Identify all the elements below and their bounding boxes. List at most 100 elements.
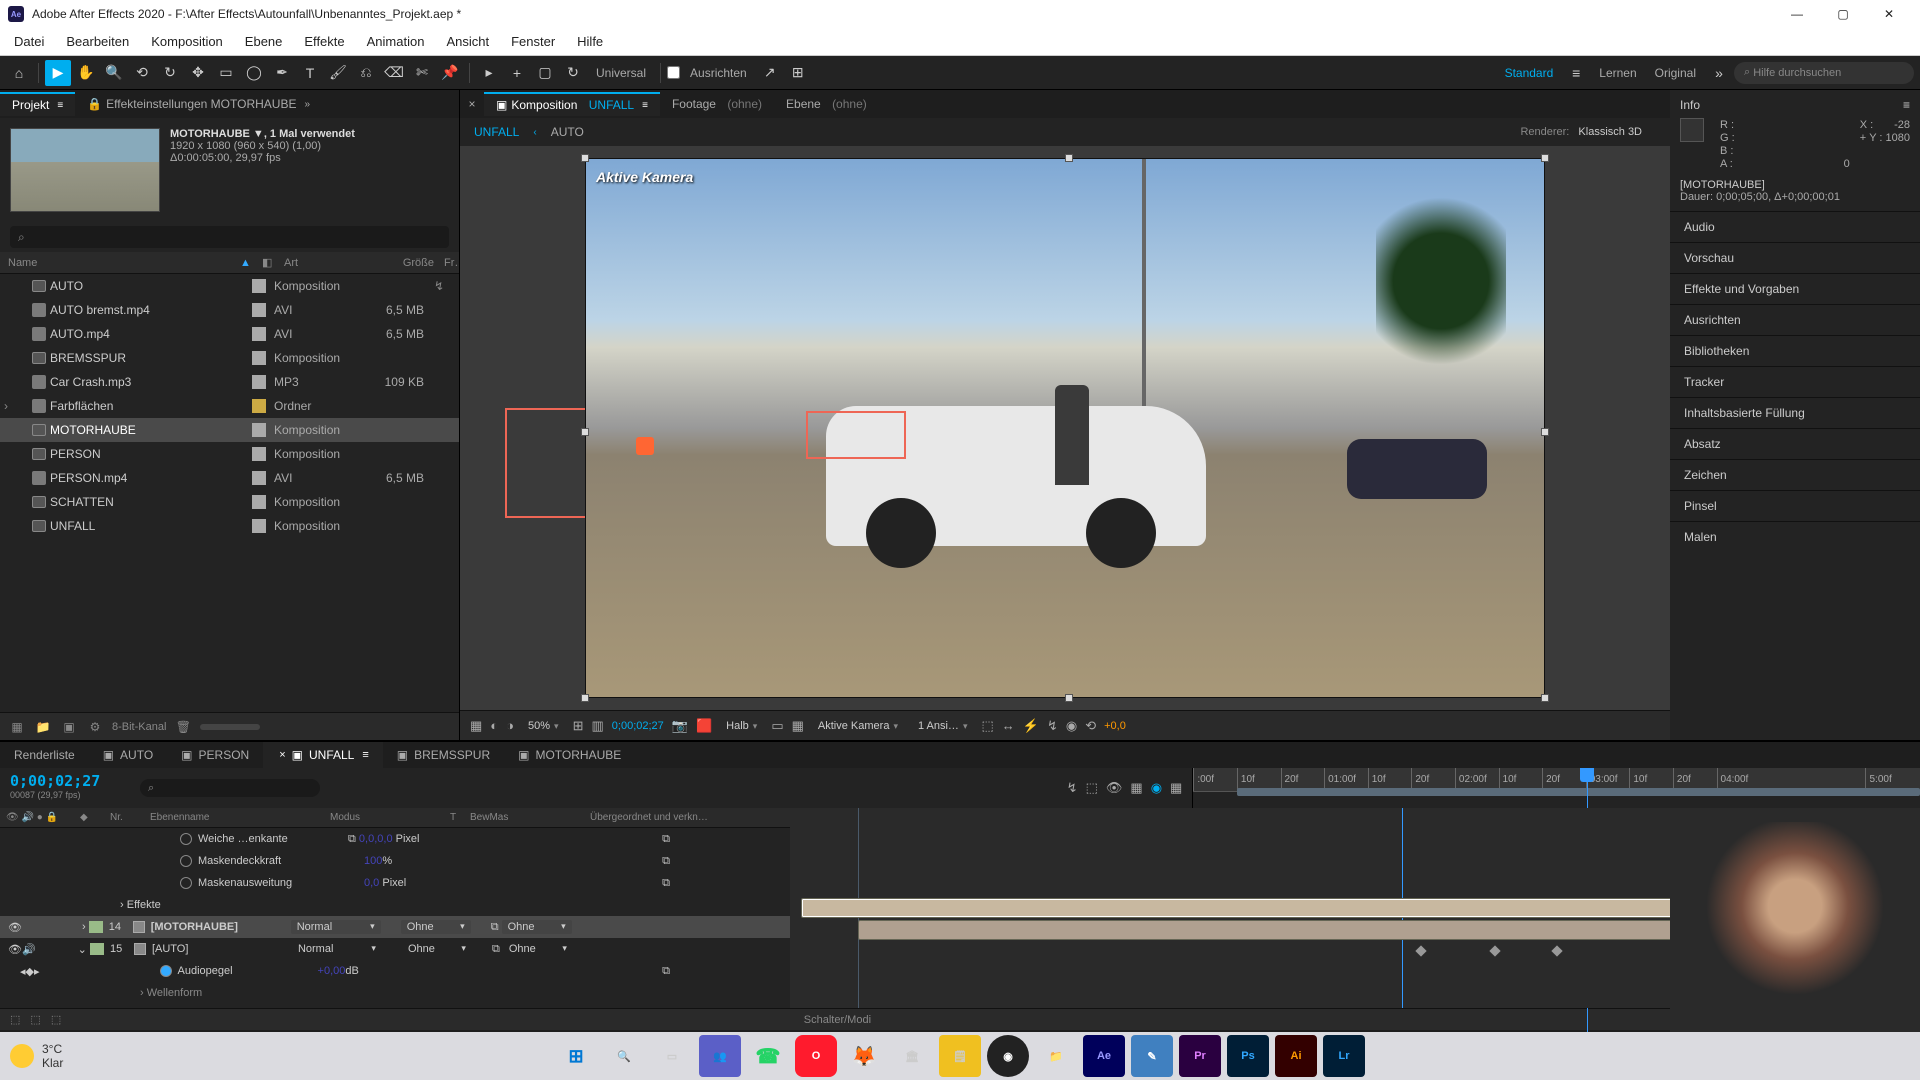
project-item[interactable]: ›FarbflächenOrdner <box>0 394 459 418</box>
item-label-tag[interactable] <box>252 423 266 437</box>
tab-ebene[interactable]: Ebene (ohne) <box>774 93 879 115</box>
maximize-button[interactable]: ▢ <box>1820 0 1866 28</box>
timeline-sync-icon[interactable]: ↯ <box>1047 718 1058 734</box>
current-time[interactable]: 0;00;02;27 <box>612 720 664 732</box>
col-bewmas[interactable]: BewMas <box>470 812 590 823</box>
workspace-more-icon[interactable]: » <box>1706 60 1732 86</box>
panel-accordion[interactable]: Ausrichten <box>1670 304 1920 335</box>
interpret-footage-icon[interactable]: ▦ <box>8 718 26 736</box>
flowchart-icon[interactable]: ◉ <box>1066 718 1077 734</box>
layer-14-motorhaube[interactable]: 👁 › 14 [MOTORHAUBE] Normal ▾ Ohne ▾ ⧉ Oh… <box>0 916 790 938</box>
stopwatch-active-icon[interactable] <box>160 965 172 977</box>
pen-tool-icon[interactable]: ✒ <box>269 60 295 86</box>
keyframe[interactable] <box>1489 945 1500 956</box>
project-item[interactable]: BREMSSPURKomposition <box>0 346 459 370</box>
photoshop-icon[interactable]: Ps <box>1227 1035 1269 1077</box>
tl-tab-bremsspur[interactable]: ▣BREMSSPUR <box>383 742 504 768</box>
task-view-button[interactable]: ▭ <box>651 1035 693 1077</box>
frame-blend-icon[interactable]: ▦ <box>1130 780 1142 796</box>
work-area-bar[interactable] <box>1237 788 1920 796</box>
item-label-tag[interactable] <box>252 351 266 365</box>
tab-chevron-icon[interactable]: » <box>304 99 310 110</box>
tl-tab-person[interactable]: ▣PERSON <box>167 742 263 768</box>
item-label-tag[interactable] <box>252 471 266 485</box>
col-name[interactable]: Name <box>0 257 240 269</box>
link-icon[interactable]: ⧉ <box>348 833 359 846</box>
rect-tool-icon[interactable]: ▭ <box>213 60 239 86</box>
orbit-tool-icon[interactable]: ⟲ <box>129 60 155 86</box>
magnify-icon[interactable]: ▦ <box>470 718 482 734</box>
sel-handle-ml[interactable] <box>581 428 589 436</box>
tab-composition[interactable]: ▣ Komposition UNFALL ≡ <box>484 92 660 116</box>
toggle-av-icon[interactable]: ⬚ <box>51 1013 61 1026</box>
axis-refresh-icon[interactable]: ↻ <box>560 60 586 86</box>
sel-handle-tc[interactable] <box>1065 154 1073 162</box>
sel-handle-br[interactable] <box>1541 694 1549 702</box>
trkmat-select[interactable]: Ohne ▾ <box>401 920 471 934</box>
sel-handle-mr[interactable] <box>1541 428 1549 436</box>
parent-select[interactable]: Ohne ▾ <box>503 942 573 956</box>
stamp-tool-icon[interactable]: ⎌ <box>353 60 379 86</box>
tab-menu-icon[interactable]: ≡ <box>57 100 63 111</box>
parent-pickwhip-icon[interactable]: ⧉ <box>662 877 670 890</box>
col-art[interactable]: Art <box>284 257 374 269</box>
panel-accordion[interactable]: Bibliotheken <box>1670 335 1920 366</box>
blend-mode-select[interactable]: Normal ▾ <box>292 942 382 956</box>
roi-icon[interactable]: ▭ <box>771 718 783 734</box>
expand-icon[interactable]: ⌄ <box>78 943 90 956</box>
project-item[interactable]: AUTO.mp4AVI6,5 MB <box>0 322 459 346</box>
explorer-icon[interactable]: 📁 <box>1035 1035 1077 1077</box>
prop-maskendeckkraft[interactable]: Maskendeckkraft 100 % ⧉ <box>0 850 790 872</box>
axis-icon[interactable]: ▸ <box>476 60 502 86</box>
zoom-tool-icon[interactable]: 🔍 <box>101 60 127 86</box>
col-fr[interactable]: Fr… <box>444 257 459 269</box>
guides-icon[interactable]: ▥ <box>591 718 603 734</box>
panel-menu-icon[interactable]: ≡ <box>1903 98 1910 112</box>
weiche-value[interactable]: 0,0,0,0 <box>359 833 393 845</box>
3d-icon[interactable]: ⬚ <box>981 718 993 734</box>
project-search[interactable]: ⌕ <box>10 226 449 248</box>
parent-select[interactable]: Ohne ▾ <box>502 920 572 934</box>
views-count-select[interactable]: 1 Ansi…▾ <box>912 718 974 734</box>
tl-tab-auto[interactable]: ▣AUTO <box>89 742 167 768</box>
project-item[interactable]: SCHATTENKomposition <box>0 490 459 514</box>
col-size[interactable]: Größe <box>374 257 444 269</box>
thumb-size-slider[interactable] <box>200 724 260 730</box>
lightroom-icon[interactable]: Lr <box>1323 1035 1365 1077</box>
fast-preview-icon[interactable]: ⚡ <box>1023 718 1039 734</box>
anchor-tool-icon[interactable]: ✥ <box>185 60 211 86</box>
opera-icon[interactable]: O <box>795 1035 837 1077</box>
item-label-tag[interactable] <box>252 399 266 413</box>
tab-footage[interactable]: Footage (ohne) <box>660 93 774 115</box>
exposure-value[interactable]: +0,0 <box>1104 720 1126 732</box>
illustrator-icon[interactable]: Ai <box>1275 1035 1317 1077</box>
audio-icon[interactable]: 🔊 <box>22 943 36 956</box>
switches-modes-toggle[interactable]: Schalter/Modi <box>804 1014 871 1026</box>
app-icon[interactable]: 🏛 <box>891 1035 933 1077</box>
sel-handle-bl[interactable] <box>581 694 589 702</box>
project-item[interactable]: AUTO bremst.mp4AVI6,5 MB <box>0 298 459 322</box>
stopwatch-icon[interactable] <box>180 877 192 889</box>
item-label-tag[interactable] <box>252 447 266 461</box>
layer-15-auto[interactable]: 👁 🔊 ⌄ 15 [AUTO] Normal ▾ Ohne ▾ ⧉ Ohne ▾ <box>0 938 790 960</box>
tl-tab-renderliste[interactable]: Renderliste <box>0 742 89 768</box>
panel-accordion[interactable]: Pinsel <box>1670 490 1920 521</box>
col-modus[interactable]: Modus <box>330 812 450 823</box>
sel-handle-bc[interactable] <box>1065 694 1073 702</box>
close-button[interactable]: ✕ <box>1866 0 1912 28</box>
timeline-search[interactable]: ⌕ <box>140 779 320 797</box>
puppet-tool-icon[interactable]: 📌 <box>437 60 463 86</box>
menu-bearbeiten[interactable]: Bearbeiten <box>56 30 139 53</box>
parent-pickwhip-icon[interactable]: ⧉ <box>492 943 503 956</box>
blend-mode-select[interactable]: Normal ▾ <box>291 920 381 934</box>
comp-close-icon[interactable]: × <box>460 93 484 115</box>
col-ebenenname[interactable]: Ebenenname <box>150 812 330 823</box>
tl-tab-motorhaube[interactable]: ▣MOTORHAUBE <box>504 742 635 768</box>
group-wellenform[interactable]: › Wellenform <box>0 982 790 1004</box>
snap-checkbox[interactable] <box>667 66 680 79</box>
app-icon[interactable]: ✎ <box>1131 1035 1173 1077</box>
premiere-icon[interactable]: Pr <box>1179 1035 1221 1077</box>
audiopegel-value[interactable]: +0,00 <box>318 965 346 977</box>
panel-accordion[interactable]: Audio <box>1670 211 1920 242</box>
visibility-icon[interactable]: 👁 <box>8 943 22 956</box>
